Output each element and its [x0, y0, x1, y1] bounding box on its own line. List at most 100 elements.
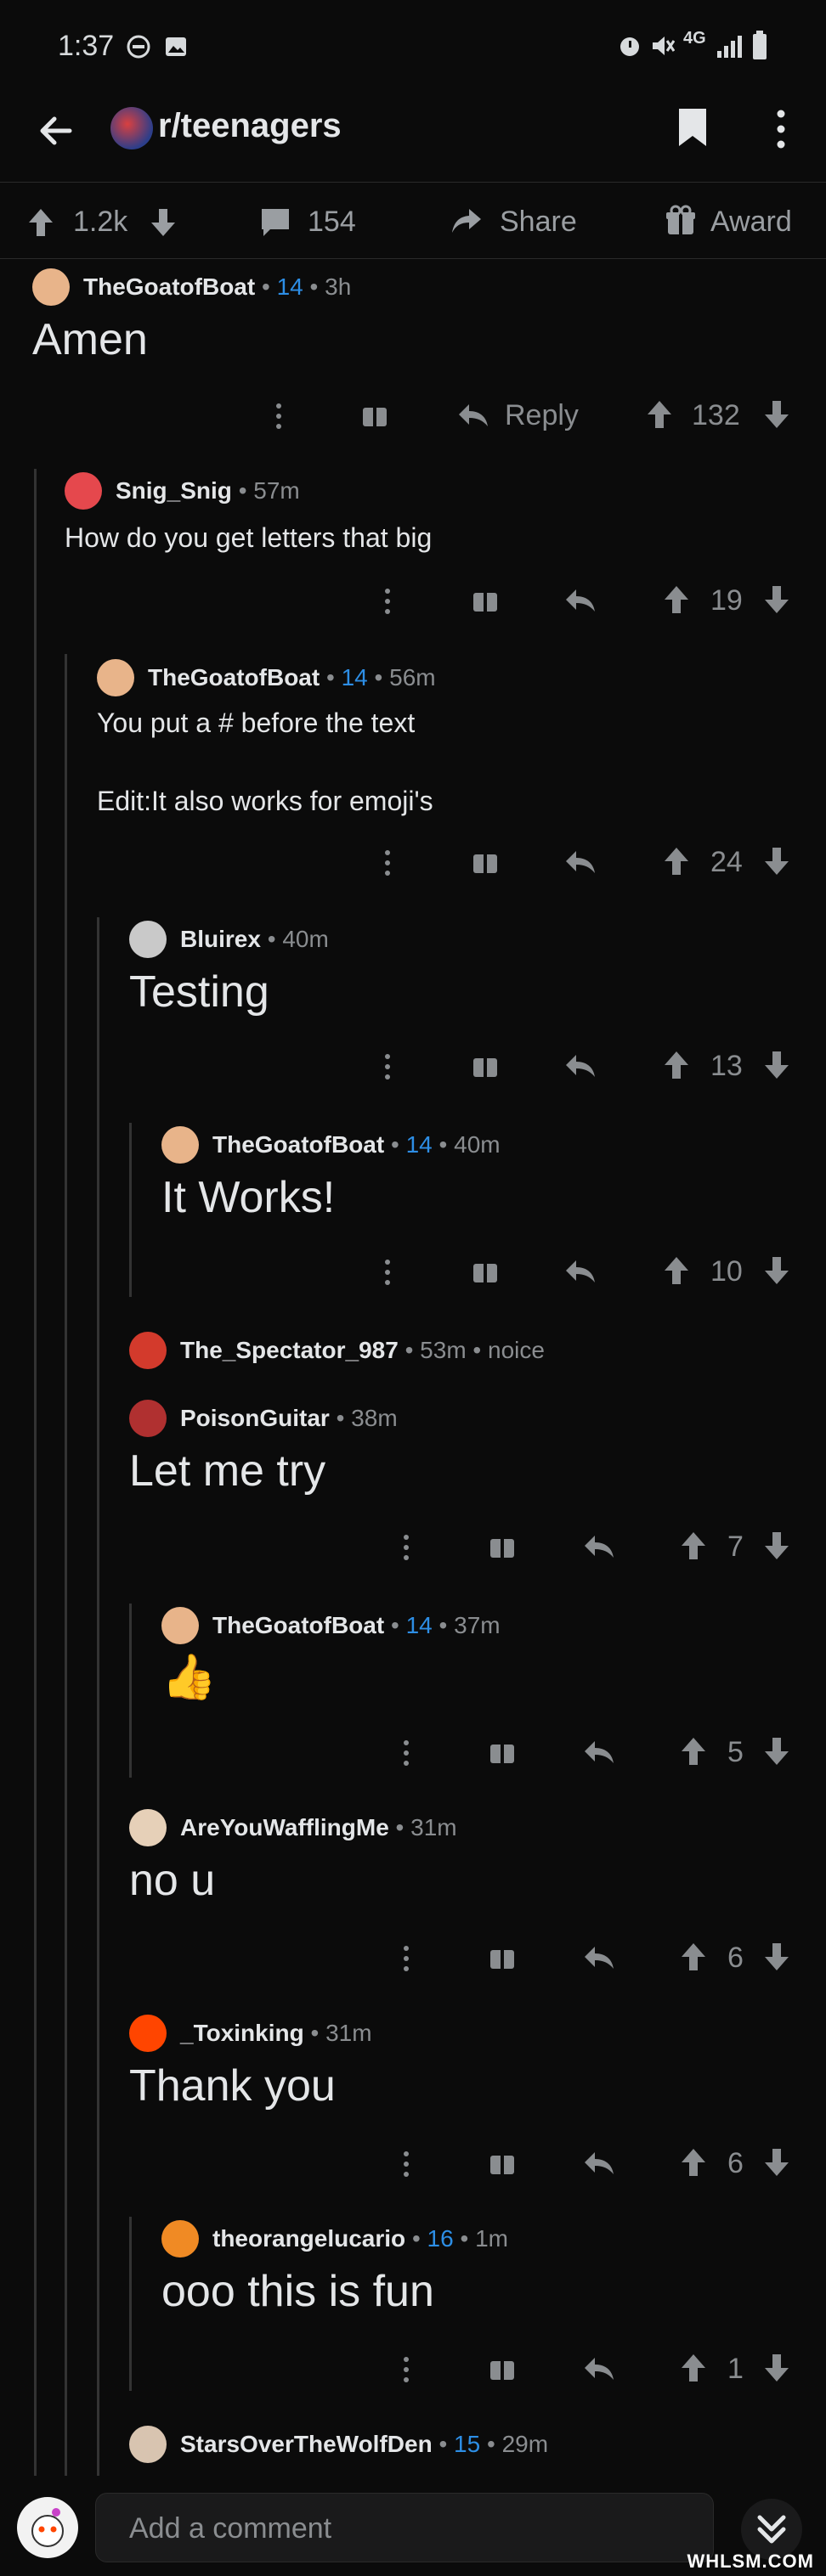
subreddit-avatar[interactable] — [110, 107, 153, 149]
downvote-icon[interactable] — [763, 2147, 790, 2178]
award-icon[interactable] — [471, 846, 500, 877]
award-icon[interactable] — [488, 1942, 517, 1972]
reply-icon[interactable] — [564, 1255, 597, 1286]
share-icon[interactable] — [449, 204, 484, 238]
downvote-icon[interactable] — [148, 206, 178, 240]
reply-icon[interactable] — [564, 846, 597, 877]
more-options-icon[interactable] — [270, 401, 287, 431]
comment-header: TheGoatofBoat • 14 • 3h — [83, 273, 352, 300]
username[interactable]: AreYouWafflingMe — [180, 1814, 389, 1840]
timestamp: 31m — [410, 1814, 457, 1840]
award-icon[interactable] — [488, 1530, 517, 1561]
downvote-icon[interactable] — [763, 1942, 790, 1972]
upvote-icon[interactable] — [680, 1736, 707, 1767]
back-icon[interactable] — [36, 110, 76, 151]
upvote-icon[interactable] — [680, 2353, 707, 2383]
comment-body: It Works! — [161, 1173, 336, 1222]
username[interactable]: PoisonGuitar — [180, 1405, 330, 1431]
more-options-icon[interactable] — [379, 848, 396, 878]
award-icon[interactable] — [471, 1050, 500, 1080]
avatar[interactable] — [129, 2015, 167, 2052]
timestamp: 31m — [325, 2020, 372, 2046]
more-options-icon[interactable] — [379, 1051, 396, 1082]
post-comment-count[interactable]: 154 — [308, 206, 356, 239]
vote-count: 132 — [692, 399, 740, 431]
reply-button[interactable]: Reply — [505, 399, 579, 432]
reply-icon[interactable] — [583, 1736, 615, 1767]
upvote-icon[interactable] — [646, 399, 673, 430]
comment-header: TheGoatofBoat • 14 • 40m — [212, 1131, 501, 1158]
award-icon[interactable] — [360, 399, 389, 430]
reply-icon[interactable] — [583, 1530, 615, 1561]
upvote-icon[interactable] — [680, 1530, 707, 1561]
comment-header: theorangelucario • 16 • 1m — [212, 2225, 508, 2252]
downvote-icon[interactable] — [763, 1255, 790, 1286]
status-time: 1:37 — [58, 30, 115, 62]
award-icon[interactable] — [488, 2147, 517, 2178]
award-button[interactable]: Award — [710, 206, 792, 239]
avatar[interactable] — [161, 1126, 199, 1164]
avatar[interactable] — [129, 921, 167, 958]
reply-icon[interactable] — [457, 399, 489, 430]
username[interactable]: TheGoatofBoat — [83, 273, 255, 300]
vote-count: 13 — [710, 1050, 743, 1082]
more-options-icon[interactable] — [379, 586, 396, 617]
avatar[interactable] — [32, 268, 70, 306]
upvote-icon[interactable] — [25, 206, 56, 240]
avatar[interactable] — [129, 1400, 167, 1437]
share-button[interactable]: Share — [500, 206, 577, 239]
more-options-icon[interactable] — [398, 1943, 415, 1974]
upvote-icon[interactable] — [680, 2147, 707, 2178]
username[interactable]: _Toxinking — [180, 2020, 304, 2046]
avatar[interactable] — [129, 1332, 167, 1369]
award-icon[interactable] — [488, 2353, 517, 2383]
thread-line — [129, 1123, 132, 1297]
award-icon[interactable] — [471, 584, 500, 615]
user-avatar[interactable] — [17, 2497, 78, 2558]
avatar[interactable] — [65, 472, 102, 510]
downvote-icon[interactable] — [763, 1050, 790, 1080]
reply-icon[interactable] — [583, 2147, 615, 2178]
upvote-icon[interactable] — [663, 846, 690, 877]
upvote-icon[interactable] — [663, 1255, 690, 1286]
username[interactable]: StarsOverTheWolfDen — [180, 2431, 433, 2457]
reply-icon[interactable] — [564, 1050, 597, 1080]
downvote-icon[interactable] — [763, 2353, 790, 2383]
avatar[interactable] — [97, 659, 134, 696]
username[interactable]: Bluirex — [180, 926, 261, 952]
upvote-icon[interactable] — [663, 1050, 690, 1080]
downvote-icon[interactable] — [763, 399, 790, 430]
username[interactable]: Snig_Snig — [116, 477, 232, 504]
more-options-icon[interactable] — [398, 1738, 415, 1768]
more-options-icon[interactable] — [398, 2149, 415, 2179]
comment-body: ooo this is fun — [161, 2267, 434, 2316]
reply-icon[interactable] — [583, 1942, 615, 1972]
username[interactable]: theorangelucario — [212, 2225, 405, 2252]
comment-icon[interactable] — [258, 206, 292, 240]
avatar[interactable] — [129, 1809, 167, 1846]
more-options-icon[interactable] — [398, 2354, 415, 2385]
downvote-icon[interactable] — [763, 1530, 790, 1561]
downvote-icon[interactable] — [763, 846, 790, 877]
upvote-icon[interactable] — [663, 584, 690, 615]
avatar[interactable] — [161, 2220, 199, 2258]
award-icon[interactable] — [665, 204, 697, 238]
avatar[interactable] — [129, 2426, 167, 2463]
subreddit-name[interactable]: r/teenagers — [158, 107, 342, 145]
downvote-icon[interactable] — [763, 584, 790, 615]
downvote-icon[interactable] — [763, 1736, 790, 1767]
more-options-icon[interactable] — [379, 1257, 396, 1288]
username[interactable]: TheGoatofBoat — [212, 1131, 384, 1158]
award-icon[interactable] — [488, 1736, 517, 1767]
reply-icon[interactable] — [564, 584, 597, 615]
bookmark-icon[interactable] — [676, 107, 710, 148]
username[interactable]: The_Spectator_987 — [180, 1337, 399, 1363]
more-options-icon[interactable] — [398, 1532, 415, 1563]
username[interactable]: TheGoatofBoat — [212, 1612, 384, 1638]
more-options-icon[interactable] — [770, 107, 792, 151]
avatar[interactable] — [161, 1607, 199, 1644]
award-icon[interactable] — [471, 1255, 500, 1286]
upvote-icon[interactable] — [680, 1942, 707, 1972]
username[interactable]: TheGoatofBoat — [148, 664, 320, 691]
reply-icon[interactable] — [583, 2353, 615, 2383]
